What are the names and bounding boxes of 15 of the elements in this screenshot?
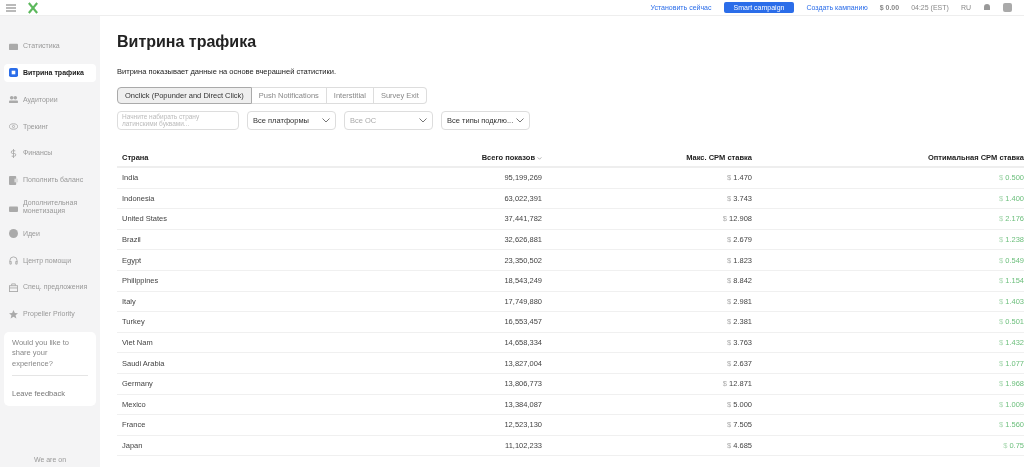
star-icon xyxy=(9,309,18,319)
sort-down-icon xyxy=(537,156,542,160)
wallet-icon xyxy=(9,175,18,185)
bell-icon[interactable] xyxy=(983,3,991,12)
menu-icon[interactable] xyxy=(6,3,16,12)
chevron-down-icon xyxy=(516,118,524,123)
chevron-down-icon xyxy=(419,118,427,123)
eye-icon xyxy=(9,122,18,132)
gift-icon xyxy=(9,283,18,293)
people-icon xyxy=(9,95,18,105)
chevron-down-icon xyxy=(322,118,330,123)
page-title: Витрина трафика xyxy=(117,33,258,51)
dollar-icon xyxy=(9,149,18,159)
headset-icon xyxy=(9,256,18,266)
logo-icon xyxy=(28,1,38,14)
